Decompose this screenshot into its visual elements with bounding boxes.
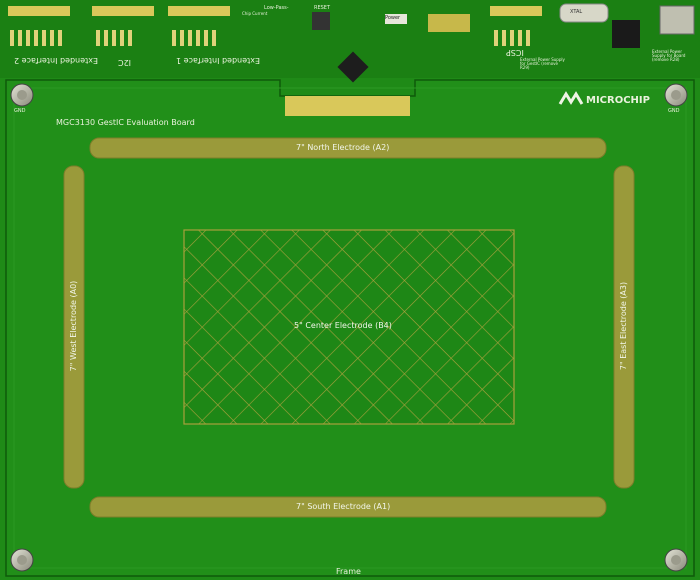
reset-label: RESET xyxy=(314,5,331,11)
ext-power-gestic-label: External Power Supply for GestIC (remove… xyxy=(520,57,565,70)
header-ext-interface-1: Extended Interface 1 xyxy=(176,56,260,65)
low-pass-label: Low-Pass- xyxy=(264,5,289,11)
south-electrode-label: 7" South Electrode (A1) xyxy=(296,502,391,511)
header-ext-interface-2: Extended Interface 2 xyxy=(14,56,98,65)
north-electrode-label: 7" North Electrode (A2) xyxy=(296,143,390,152)
header-icsp: ICSP xyxy=(506,48,524,57)
chip-current-label: Chip Current xyxy=(242,11,268,16)
board-title: MGC3130 GestIC Evaluation Board xyxy=(56,118,195,127)
crystal-label: XTAL xyxy=(570,9,583,15)
gnd-label-left: GND xyxy=(14,108,26,114)
pcb-illustration xyxy=(0,0,700,580)
header-i2c: I2C xyxy=(118,58,132,67)
east-electrode-label: 7" East Electrode (A3) xyxy=(619,281,628,371)
west-electrode-label: 7" West Electrode (A0) xyxy=(69,280,78,372)
frame-label: Frame xyxy=(336,567,361,576)
brand-label: MICROCHIP xyxy=(586,95,650,106)
pcb-board: MGC3130 GestIC Evaluation Board MICROCHI… xyxy=(0,0,700,580)
ext-power-board-label: External Power Supply for Board (remove … xyxy=(652,49,686,62)
center-electrode-label: 5" Center Electrode (B4) xyxy=(294,321,392,330)
power-label: Power xyxy=(385,15,401,21)
gnd-label-right: GND xyxy=(668,108,680,114)
